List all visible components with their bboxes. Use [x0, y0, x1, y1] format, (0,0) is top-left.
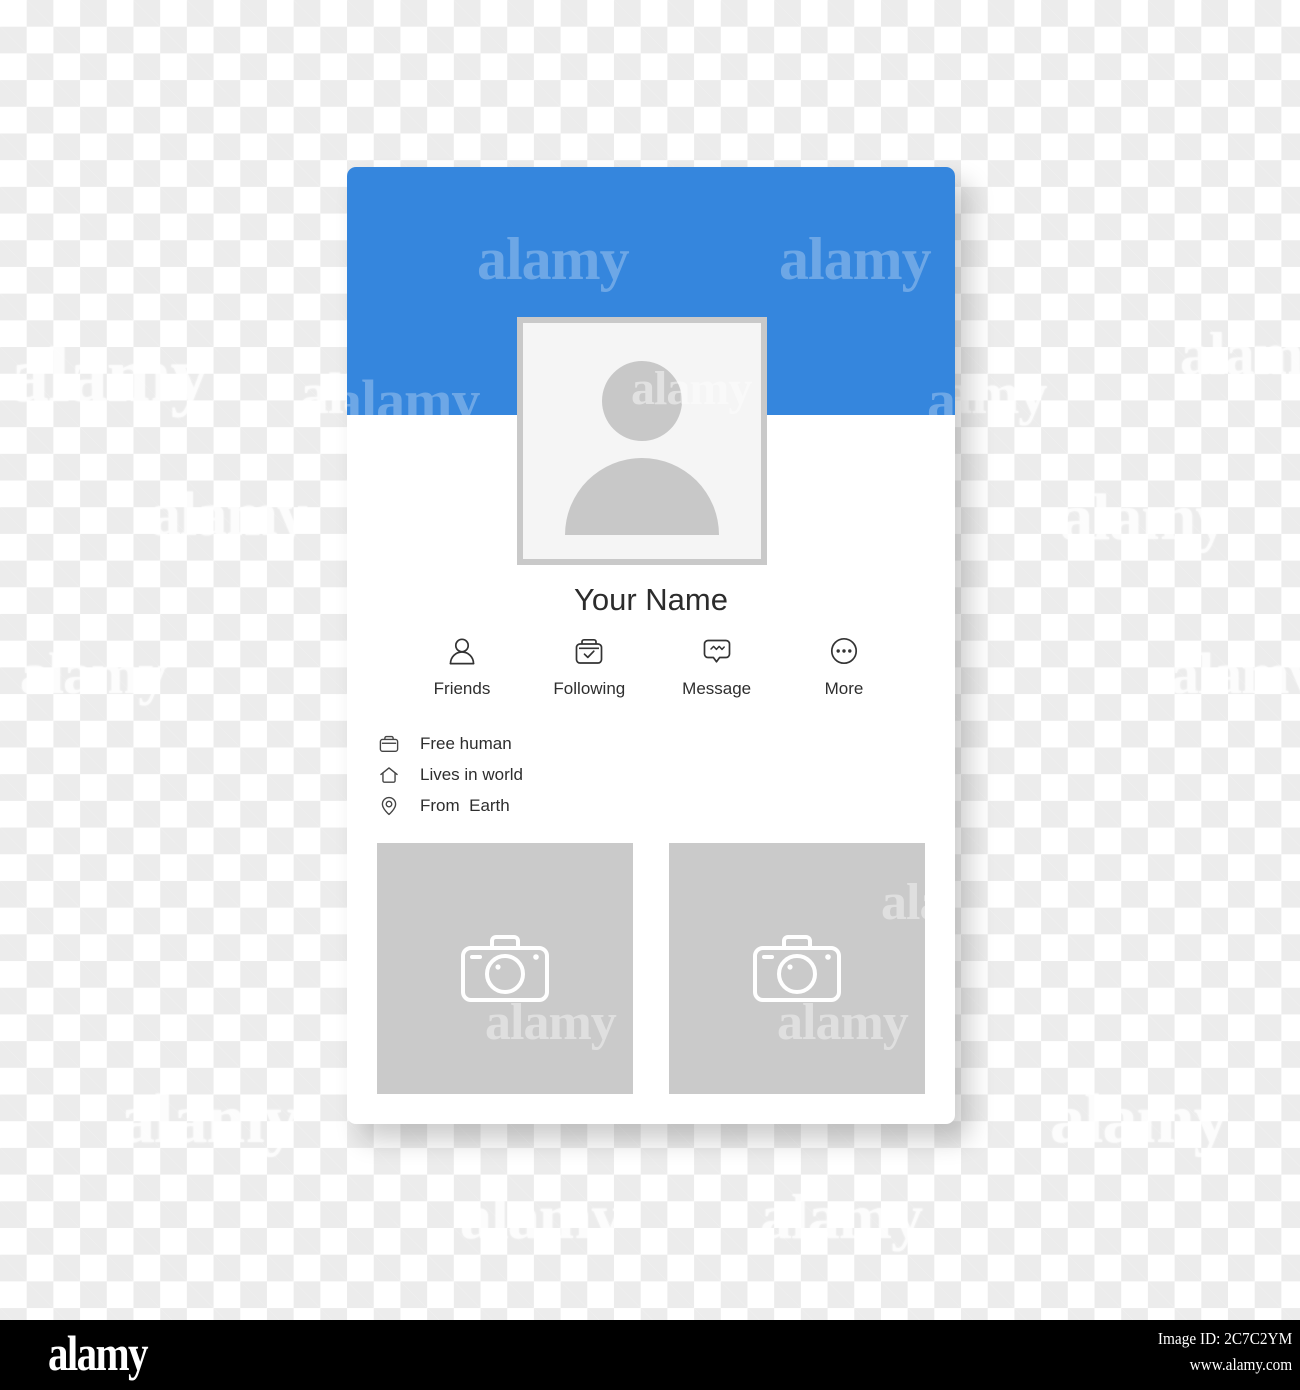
watermark-text: alamy — [1060, 481, 1228, 554]
footer-meta: Image ID: 2C7C2YM www.alamy.com — [1143, 1326, 1292, 1378]
message-bubble-icon — [700, 632, 734, 670]
watermark-text: alamy — [1050, 1081, 1229, 1158]
camera-icon — [461, 934, 549, 1002]
avatar[interactable]: alamy — [517, 317, 767, 565]
alamy-footer: alamy Image ID: 2C7C2YM www.alamy.com — [0, 1320, 1300, 1390]
info-row-work: Free human — [378, 729, 778, 759]
watermark-text: alamy — [120, 1081, 299, 1158]
image-id-label: Image ID: 2C7C2YM — [1157, 1329, 1292, 1348]
briefcase-check-icon — [572, 632, 606, 670]
avatar-head-shape — [602, 361, 682, 441]
location-pin-icon — [378, 795, 408, 817]
message-label: Message — [682, 679, 752, 698]
more-dots-icon — [827, 632, 861, 670]
photo-grid: alamy alamy alamy — [377, 843, 955, 1094]
transparent-canvas: alamy alamy alamy alamy alamy alamy alam… — [0, 0, 1300, 1320]
alamy-logo: alamy — [48, 1325, 148, 1381]
watermark-text: alamy — [477, 226, 630, 292]
website-label: www.alamy.com — [1189, 1355, 1292, 1374]
person-icon — [445, 632, 479, 670]
more-label: More — [824, 679, 864, 698]
following-button[interactable]: Following — [530, 632, 648, 699]
avatar-image: alamy — [523, 323, 761, 559]
info-text-from: From Earth — [420, 796, 510, 815]
avatar-body-shape — [565, 458, 719, 535]
info-row-from: From Earth — [378, 791, 778, 821]
watermark-text: alamy — [347, 368, 480, 433]
watermark-text: alamy — [10, 331, 210, 418]
photo-placeholder-1[interactable]: alamy — [377, 843, 633, 1094]
watermark-text: alamy — [927, 368, 955, 433]
info-text-lives: Lives in world — [420, 765, 523, 784]
camera-icon — [753, 934, 841, 1002]
watermark-text: alamy — [460, 1181, 623, 1252]
watermark-text: alamy — [150, 481, 308, 549]
profile-card: alamy alamy alamy alamy alamy Your Name — [347, 167, 955, 1124]
friends-button[interactable]: Friends — [403, 632, 521, 699]
page-title: Your Name — [574, 582, 728, 617]
watermark-text: alamy — [760, 1181, 923, 1252]
watermark-text: alamy — [1180, 321, 1300, 387]
profile-info-list: Free human Lives in world From Earth — [378, 729, 778, 822]
action-row: Friends Following Message More — [403, 632, 903, 699]
following-label: Following — [553, 679, 626, 698]
home-icon — [378, 764, 408, 786]
info-row-lives: Lives in world — [378, 760, 778, 790]
photo-placeholder-2[interactable]: alamy alamy — [669, 843, 955, 1094]
watermark-text: alamy — [20, 641, 167, 706]
message-button[interactable]: Message — [658, 632, 776, 699]
watermark-text: alamy — [1170, 641, 1300, 706]
info-text-work: Free human — [420, 734, 512, 753]
watermark-text: alamy — [779, 226, 932, 292]
watermark-text: alamy — [881, 874, 955, 931]
more-button[interactable]: More — [785, 632, 903, 699]
briefcase-icon — [378, 733, 408, 755]
friends-label: Friends — [433, 679, 491, 698]
